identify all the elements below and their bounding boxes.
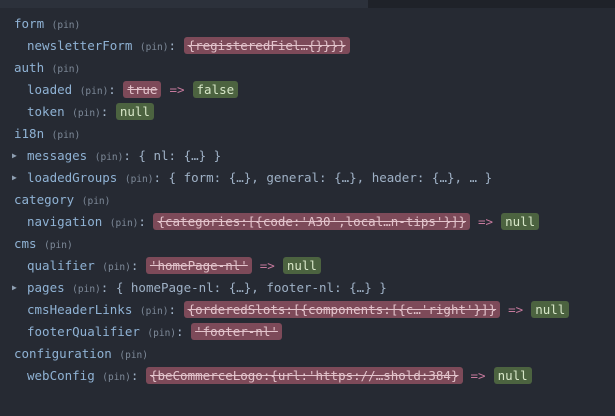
pin-toggle[interactable]: (pin) [52, 20, 81, 31]
collapsed-value: { homePage-nl: {…}, footer-nl: {…} } [115, 280, 387, 295]
expand-triangle-icon[interactable]: ▶ [12, 145, 17, 167]
tree-section-cms[interactable]: cms (pin) [0, 233, 615, 255]
section-key: configuration [14, 346, 112, 361]
tree-item-footerQualifier[interactable]: footerQualifier (pin): 'footer-nl' [0, 321, 615, 343]
pin-toggle[interactable]: (pin) [52, 130, 81, 141]
change-arrow: => [470, 368, 486, 383]
item-key: newsletterForm [27, 38, 133, 53]
section-key: auth [14, 60, 45, 75]
new-value-badge[interactable]: null [531, 301, 570, 318]
pin-toggle[interactable]: (pin) [140, 306, 169, 317]
old-value-badge[interactable]: {registeredFiel…{}}}} [183, 37, 350, 54]
tree-item-webConfig[interactable]: webConfig (pin): {beCommerceLogo:{url:'h… [0, 365, 615, 387]
item-key: token [27, 104, 65, 119]
pin-toggle[interactable]: (pin) [140, 42, 169, 53]
tree-item-navigation[interactable]: navigation (pin): {categories:[{code:'A3… [0, 211, 615, 233]
collapsed-value: { nl: {…} } [138, 148, 222, 163]
item-key: loaded [27, 82, 73, 97]
pin-toggle[interactable]: (pin) [72, 284, 101, 295]
new-value-badge[interactable]: null [115, 103, 154, 120]
item-key: footerQualifier [27, 324, 140, 339]
section-key: category [14, 192, 75, 207]
pin-toggle[interactable]: (pin) [119, 350, 148, 361]
tree-item-newsletterForm[interactable]: newsletterForm (pin): {registeredFiel…{}… [0, 35, 615, 57]
tree-section-configuration[interactable]: configuration (pin) [0, 343, 615, 365]
pin-toggle[interactable]: (pin) [102, 372, 131, 383]
item-key: pages [27, 280, 65, 295]
expand-triangle-icon[interactable]: ▶ [12, 277, 17, 299]
old-value-badge[interactable]: {categories:[{code:'A30',local…n-tips'}]… [153, 213, 471, 230]
colon: : [123, 148, 131, 163]
colon: : [130, 258, 139, 273]
change-arrow: => [508, 302, 524, 317]
tree-item-qualifier[interactable]: qualifier (pin): 'homePage-nl' => null [0, 255, 615, 277]
tree-section-category[interactable]: category (pin) [0, 189, 615, 211]
pin-toggle[interactable]: (pin) [110, 218, 139, 229]
collapsed-value: { form: {…}, general: {…}, header: {…}, … [168, 170, 493, 185]
expand-triangle-icon[interactable]: ▶ [12, 167, 17, 189]
pin-toggle[interactable]: (pin) [147, 328, 176, 339]
pin-toggle[interactable]: (pin) [52, 64, 81, 75]
old-value-badge[interactable]: 'footer-nl' [191, 323, 282, 340]
tree-section-i18n[interactable]: i18n (pin) [0, 123, 615, 145]
tree-item-cmsHeaderLinks[interactable]: cmsHeaderLinks (pin): {orderedSlots:[{co… [0, 299, 615, 321]
new-value-badge[interactable]: null [282, 257, 321, 274]
top-bar-selection [0, 0, 368, 8]
old-value-badge[interactable]: 'homePage-nl' [145, 257, 252, 274]
section-key: cms [14, 236, 37, 251]
old-value-badge[interactable]: {beCommerceLogo:{url:'https://…shold:384… [145, 367, 463, 384]
colon: : [100, 280, 109, 295]
pin-toggle[interactable]: (pin) [102, 262, 131, 273]
pin-toggle[interactable]: (pin) [72, 108, 101, 119]
item-key: navigation [27, 214, 103, 229]
item-key: webConfig [27, 368, 95, 383]
item-key: cmsHeaderLinks [27, 302, 133, 317]
pin-toggle[interactable]: (pin) [125, 174, 154, 185]
change-arrow: => [478, 214, 494, 229]
colon: : [168, 302, 177, 317]
colon: : [176, 324, 184, 339]
section-key: i18n [14, 126, 45, 141]
new-value-badge[interactable]: false [192, 81, 239, 98]
colon: : [108, 82, 116, 97]
section-key: form [14, 16, 45, 31]
state-tree: form (pin) newsletterForm (pin): {regist… [0, 13, 615, 387]
tree-item-token[interactable]: token (pin): null [0, 101, 615, 123]
pin-toggle[interactable]: (pin) [95, 152, 124, 163]
tree-item-loaded[interactable]: loaded (pin): true => false [0, 79, 615, 101]
item-key: loadedGroups [27, 170, 118, 185]
new-value-badge[interactable]: null [501, 213, 540, 230]
tree-item-messages[interactable]: ▶ messages (pin): { nl: {…} } [0, 145, 615, 167]
pin-toggle[interactable]: (pin) [82, 196, 111, 207]
colon: : [138, 214, 146, 229]
tree-section-auth[interactable]: auth (pin) [0, 57, 615, 79]
colon: : [153, 170, 161, 185]
item-key: messages [27, 148, 88, 163]
old-value-badge[interactable]: true [123, 81, 162, 98]
colon: : [168, 38, 177, 53]
colon: : [130, 368, 139, 383]
old-value-badge[interactable]: {orderedSlots:[{components:[{c…'right'}]… [183, 301, 501, 318]
item-key: qualifier [27, 258, 95, 273]
new-value-badge[interactable]: null [493, 367, 532, 384]
pin-toggle[interactable]: (pin) [44, 240, 73, 251]
tree-item-loadedGroups[interactable]: ▶ loadedGroups (pin): { form: {…}, gener… [0, 167, 615, 189]
top-bar [0, 0, 615, 8]
change-arrow: => [259, 258, 275, 273]
tree-item-pages[interactable]: ▶ pages (pin): { homePage-nl: {…}, foote… [0, 277, 615, 299]
change-arrow: => [169, 82, 185, 97]
pin-toggle[interactable]: (pin) [80, 86, 109, 97]
tree-section-form[interactable]: form (pin) [0, 13, 615, 35]
colon: : [100, 104, 109, 119]
